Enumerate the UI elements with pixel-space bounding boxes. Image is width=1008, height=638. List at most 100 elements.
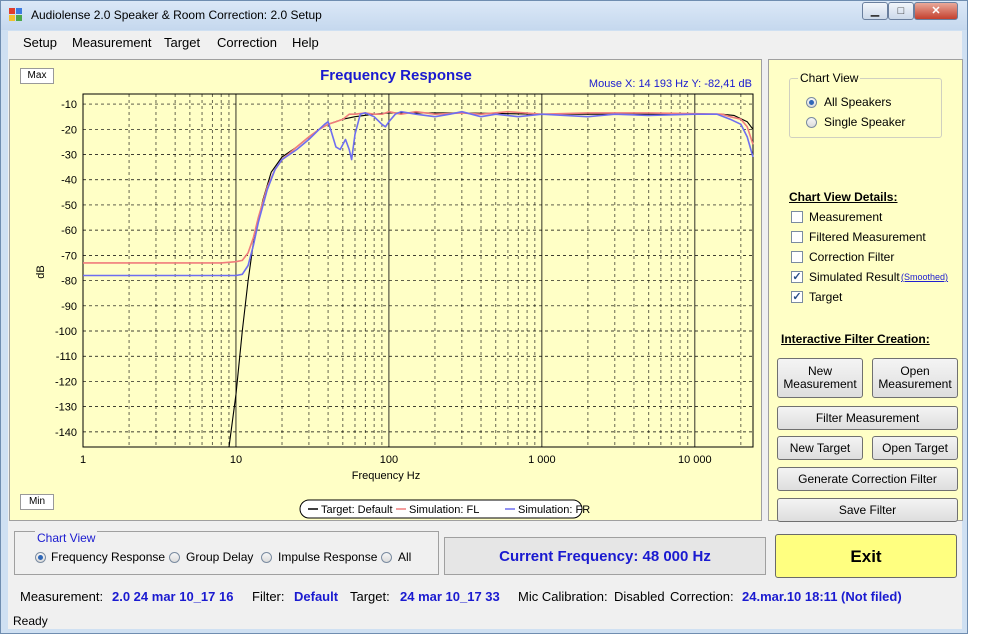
y-tick-label: -110 <box>56 351 77 363</box>
target-check-label[interactable]: Target <box>809 290 842 304</box>
mouse-readout: Mouse X: 14 193 Hz Y: -82,41 dB <box>589 78 752 90</box>
status-correction-value: 24.mar.10 18:11 (Not filed) <box>742 589 902 604</box>
target-checkbox[interactable]: ✓ <box>791 291 803 303</box>
chart-grid <box>82 93 754 448</box>
generate-correction-filter-button[interactable]: Generate Correction Filter <box>777 467 958 491</box>
frequency-response-radio[interactable] <box>35 552 46 563</box>
legend-entry: Simulation: FL <box>409 504 479 516</box>
y-tick-label: -30 <box>61 150 77 162</box>
filtered-measurement-checkbox[interactable] <box>791 231 803 243</box>
y-tick-label: -50 <box>61 200 77 212</box>
open-measurement-line2: Measurement <box>878 377 952 391</box>
y-tick-label: -40 <box>61 175 77 187</box>
chart-view-group: Chart View All Speakers Single Speaker <box>789 71 942 138</box>
correction-filter-label[interactable]: Correction Filter <box>809 250 894 264</box>
x-tick-label: 1 <box>80 454 86 466</box>
new-measurement-line2: Measurement <box>783 377 857 391</box>
status-mic-value: Disabled <box>614 589 665 604</box>
frequency-response-label[interactable]: Frequency Response <box>51 550 165 564</box>
simulated-result-label[interactable]: Simulated Result <box>809 270 900 284</box>
x-axis-label: Frequency Hz <box>352 470 420 482</box>
window-title: Audiolense 2.0 Speaker & Room Correction… <box>31 8 322 22</box>
y-tick-label: -120 <box>55 376 77 388</box>
y-tick-label: -60 <box>61 225 77 237</box>
status-filter-value: Default <box>294 589 339 604</box>
y-tick-label: -10 <box>61 99 77 111</box>
minimize-button[interactable]: ▁ <box>862 2 888 20</box>
open-target-button[interactable]: Open Target <box>872 436 958 460</box>
status-target-value: 24 mar 10_17 33 <box>400 589 500 604</box>
maximize-icon: □ <box>897 5 905 17</box>
x-tick-label: 10 000 <box>678 454 712 466</box>
chart-title: Frequency Response <box>320 67 472 84</box>
checkmark-icon: ✓ <box>792 291 802 303</box>
legend-entry: Target: Default <box>321 504 393 516</box>
chart-panel: Max Min Frequency Response Mouse X: 14 1… <box>9 59 762 521</box>
save-filter-button[interactable]: Save Filter <box>777 498 958 522</box>
menu-measurement[interactable]: Measurement <box>72 35 151 50</box>
group-delay-radio[interactable] <box>169 552 180 563</box>
status-bar: Ready <box>8 613 962 631</box>
all-label[interactable]: All <box>398 550 411 564</box>
side-panel: Chart View All Speakers Single Speaker C… <box>768 59 963 522</box>
menu-correction[interactable]: Correction <box>217 35 277 50</box>
status-filter-label: Filter: <box>252 589 285 604</box>
bottom-chart-view-group: Chart View Frequency Response Group Dela… <box>14 531 439 575</box>
legend-entry: Simulation: FR <box>518 504 590 516</box>
maximize-button[interactable]: □ <box>888 2 914 20</box>
close-button[interactable]: ✕ <box>914 2 958 20</box>
app-icon <box>9 8 23 22</box>
y-tick-label: -140 <box>55 427 77 439</box>
new-target-button[interactable]: New Target <box>777 436 863 460</box>
impulse-response-radio[interactable] <box>261 552 272 563</box>
bottom-chart-view-title: Chart View <box>35 531 98 545</box>
status-correction-label: Correction: <box>670 589 734 604</box>
all-radio[interactable] <box>381 552 392 563</box>
menu-setup[interactable]: Setup <box>23 35 57 50</box>
current-frequency-display: Current Frequency: 48 000 Hz <box>444 537 766 575</box>
app-window: Audiolense 2.0 Speaker & Room Correction… <box>0 0 968 634</box>
x-tick-label: 10 <box>230 454 242 466</box>
menu-help[interactable]: Help <box>292 35 319 50</box>
y-tick-label: -20 <box>61 124 77 136</box>
measurement-check-label[interactable]: Measurement <box>809 210 882 224</box>
close-icon: ✕ <box>931 5 941 17</box>
checkmark-icon: ✓ <box>792 271 802 283</box>
status-mic-label: Mic Calibration: <box>518 589 608 604</box>
frequency-response-chart[interactable]: Frequency Response Mouse X: 14 193 Hz Y:… <box>10 60 761 520</box>
simulated-result-checkbox[interactable]: ✓ <box>791 271 803 283</box>
y-tick-label: -90 <box>61 301 77 313</box>
filter-measurement-button[interactable]: Filter Measurement <box>777 406 958 430</box>
group-delay-label[interactable]: Group Delay <box>186 550 253 564</box>
menu-target[interactable]: Target <box>164 35 200 50</box>
chart-view-details-title: Chart View Details: <box>789 190 898 204</box>
y-tick-label: -130 <box>55 402 77 414</box>
y-axis-label: dB <box>35 265 47 278</box>
x-tick-label: 100 <box>380 454 398 466</box>
interactive-filter-title: Interactive Filter Creation: <box>781 332 930 346</box>
single-speaker-radio[interactable] <box>806 117 817 128</box>
status-measurement-value: 2.0 24 mar 10_17 16 <box>112 589 234 604</box>
open-measurement-button[interactable]: Open Measurement <box>872 358 958 398</box>
status-measurement-label: Measurement: <box>20 589 104 604</box>
status-line: Measurement: 2.0 24 mar 10_17 16 Filter:… <box>8 585 962 613</box>
all-speakers-radio[interactable] <box>806 97 817 108</box>
single-speaker-label[interactable]: Single Speaker <box>824 115 905 129</box>
minimize-icon: ▁ <box>870 5 880 17</box>
impulse-response-label[interactable]: Impulse Response <box>278 550 377 564</box>
measurement-checkbox[interactable] <box>791 211 803 223</box>
all-speakers-label[interactable]: All Speakers <box>824 95 891 109</box>
status-target-label: Target: <box>350 589 390 604</box>
y-tick-label: -80 <box>61 276 77 288</box>
smoothed-link[interactable]: (Smoothed) <box>901 272 948 282</box>
y-tick-label: -70 <box>61 250 77 262</box>
title-bar[interactable]: Audiolense 2.0 Speaker & Room Correction… <box>1 1 967 30</box>
chart-legend: Target: Default Simulation: FL Simulation:… <box>299 499 590 519</box>
status-bar-text: Ready <box>13 614 48 628</box>
new-measurement-button[interactable]: New Measurement <box>777 358 863 398</box>
x-tick-label: 1 000 <box>528 454 556 466</box>
chart-view-group-title: Chart View <box>798 71 861 85</box>
filtered-measurement-label[interactable]: Filtered Measurement <box>809 230 926 244</box>
exit-button[interactable]: Exit <box>775 534 957 578</box>
correction-filter-checkbox[interactable] <box>791 251 803 263</box>
